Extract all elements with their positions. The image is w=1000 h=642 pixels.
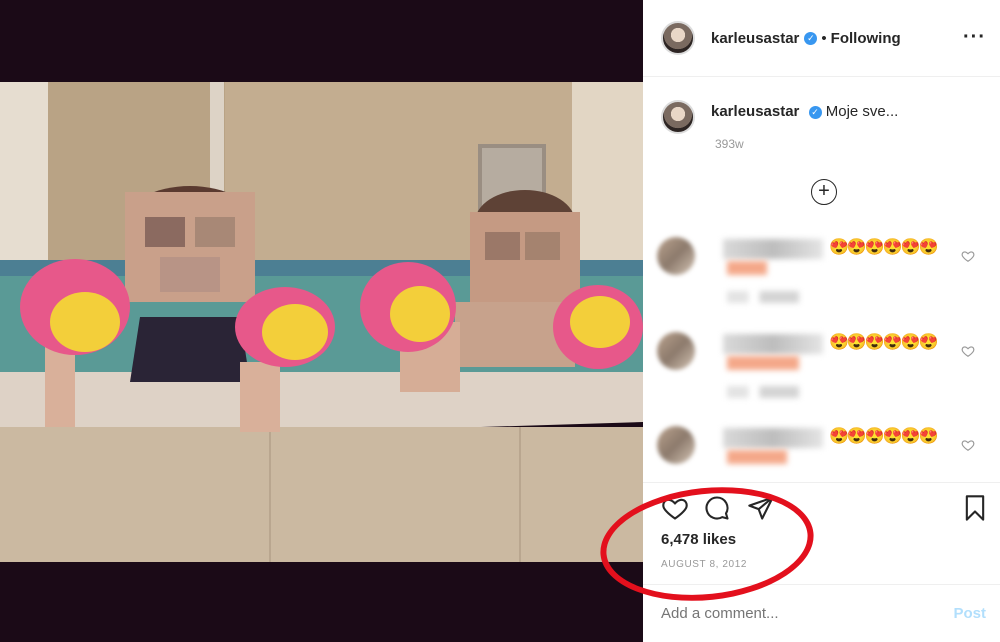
divider	[643, 584, 1000, 585]
post-photo[interactable]	[0, 82, 643, 562]
comment-username-blurred[interactable]	[723, 428, 823, 448]
comment-extra-blurred	[727, 261, 767, 275]
divider	[643, 482, 1000, 483]
caption-avatar[interactable]	[661, 100, 695, 134]
comment-text: 😍😍😍😍😍😍	[829, 334, 939, 351]
likes-count[interactable]: 6,478 likes	[661, 531, 736, 548]
comment-avatar[interactable]	[657, 237, 695, 275]
action-bar	[661, 494, 991, 524]
post-date[interactable]: AUGUST 8, 2012	[661, 559, 747, 570]
load-more-comments-icon[interactable]: +	[811, 179, 837, 205]
comment-extra-blurred	[727, 356, 799, 370]
following-button[interactable]: Following	[831, 30, 901, 47]
comment-text: 😍😍😍😍😍😍	[829, 239, 939, 256]
comment-like-icon[interactable]	[961, 438, 975, 452]
comment-username-blurred[interactable]	[723, 239, 823, 259]
comment-text: 😍😍😍😍😍😍	[829, 428, 939, 445]
caption-text: karleusastar ✓ Moje sve...	[711, 103, 898, 120]
comment-meta-blurred[interactable]	[727, 291, 799, 303]
author-avatar[interactable]	[661, 21, 695, 55]
comment-extra-blurred	[727, 450, 787, 464]
share-send-icon[interactable]	[747, 494, 775, 522]
author-username[interactable]: karleusastar	[711, 30, 799, 47]
add-comment-input[interactable]	[661, 605, 921, 622]
comment-avatar[interactable]	[657, 332, 695, 370]
photo-stage	[0, 0, 643, 642]
comment-like-icon[interactable]	[961, 249, 975, 263]
save-bookmark-icon[interactable]	[961, 494, 989, 522]
comment-like-icon[interactable]	[961, 344, 975, 358]
comment-username-blurred[interactable]	[723, 334, 823, 354]
like-heart-icon[interactable]	[661, 494, 689, 522]
caption-username[interactable]: karleusastar	[711, 103, 799, 120]
verified-badge-icon: ✓	[808, 105, 822, 119]
caption: karleusastar ✓ Moje sve...	[661, 98, 898, 134]
post-comment-button[interactable]: Post	[953, 605, 986, 622]
comment-meta-blurred[interactable]	[727, 386, 799, 398]
comment-bubble-icon[interactable]	[703, 494, 731, 522]
caption-body: Moje sve...	[825, 103, 899, 120]
post-header: karleusastar ✓ • Following ···	[643, 0, 1000, 77]
comment-item: 😍😍😍😍😍😍	[657, 237, 987, 317]
comment-item: 😍😍😍😍😍😍	[657, 332, 987, 412]
separator-dot: •	[821, 29, 827, 47]
more-options-icon[interactable]: ···	[963, 26, 986, 49]
post-sidebar: karleusastar ✓ • Following ··· karleusas…	[643, 0, 1000, 642]
comment-avatar[interactable]	[657, 426, 695, 464]
verified-badge-icon: ✓	[804, 31, 818, 45]
caption-timestamp[interactable]: 393w	[715, 137, 744, 151]
